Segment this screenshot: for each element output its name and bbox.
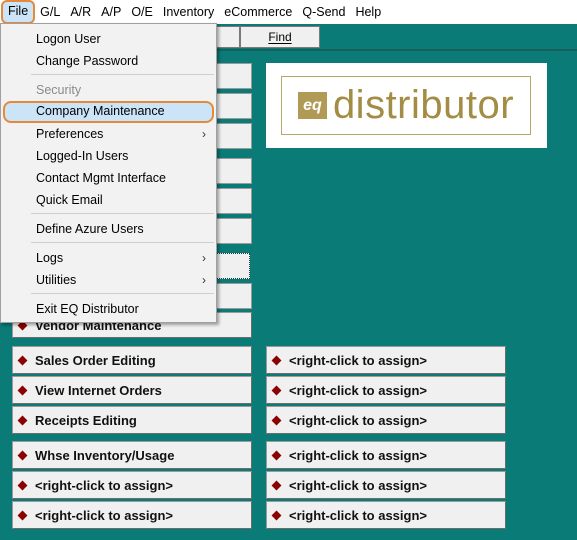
shortcut-label: <right-click to assign>	[289, 412, 427, 428]
menu-separator	[31, 74, 214, 75]
diamond-bullet-icon	[271, 385, 282, 395]
shortcut-receipts-editing[interactable]: Receipts Editing	[12, 406, 252, 434]
shortcut-label: <right-click to assign>	[289, 447, 427, 463]
shortcut-label: <right-click to assign>	[35, 477, 173, 493]
menu-help[interactable]: Help	[350, 0, 386, 24]
menu-item-utilities[interactable]: Utilities ›	[3, 269, 214, 291]
menu-file[interactable]: File	[1, 0, 36, 24]
shortcut-button-hidden-focused[interactable]	[214, 253, 250, 279]
diamond-bullet-icon	[17, 415, 28, 425]
menu-ap[interactable]: A/P	[96, 0, 126, 24]
shortcut-label: <right-click to assign>	[289, 477, 427, 493]
menu-item-preferences[interactable]: Preferences ›	[3, 123, 214, 145]
shortcut-button-hidden[interactable]	[214, 93, 252, 119]
menu-ar[interactable]: A/R	[65, 0, 96, 24]
shortcut-button-hidden[interactable]	[214, 283, 252, 309]
shortcut-unassigned[interactable]: <right-click to assign>	[12, 471, 252, 499]
menu-item-label: Logs	[36, 251, 64, 265]
submenu-arrow-icon: ›	[202, 273, 206, 287]
shortcut-view-internet-orders[interactable]: View Internet Orders	[12, 376, 252, 404]
shortcut-label: Sales Order Editing	[35, 352, 156, 368]
shortcut-label: <right-click to assign>	[35, 507, 173, 523]
logo-wordmark: distributor	[332, 83, 515, 127]
shortcut-unassigned[interactable]: <right-click to assign>	[12, 501, 252, 529]
menu-item-label: Company Maintenance	[36, 104, 165, 118]
menu-item-label: Exit EQ Distributor	[36, 302, 139, 316]
menu-item-logs[interactable]: Logs ›	[3, 247, 214, 269]
menu-item-label: Utilities	[36, 273, 77, 287]
company-logo: eq distributor	[266, 63, 547, 148]
diamond-bullet-icon	[17, 480, 28, 490]
menu-item-label: Logon User	[36, 32, 101, 46]
shortcut-unassigned[interactable]: <right-click to assign>	[266, 406, 506, 434]
shortcut-label: View Internet Orders	[35, 382, 162, 398]
eq-logo-mark: eq	[297, 92, 327, 119]
menu-item-label: Security	[36, 83, 82, 97]
submenu-arrow-icon: ›	[202, 251, 206, 265]
menu-bar: File G/L A/R A/P O/E Inventory eCommerce…	[0, 0, 577, 24]
menu-item-change-password[interactable]: Change Password	[3, 50, 214, 72]
shortcut-whse-inventory-usage[interactable]: Whse Inventory/Usage	[12, 441, 252, 469]
diamond-bullet-icon	[271, 415, 282, 425]
diamond-bullet-icon	[17, 510, 28, 520]
shortcut-sales-order-editing[interactable]: Sales Order Editing	[12, 346, 252, 374]
logo-frame: eq distributor	[281, 76, 531, 135]
menu-item-define-azure-users[interactable]: Define Azure Users	[3, 218, 214, 240]
shortcut-label: Whse Inventory/Usage	[35, 447, 175, 463]
menu-separator	[31, 213, 214, 214]
menu-item-label: Contact Mgmt Interface	[36, 171, 166, 185]
diamond-bullet-icon	[271, 450, 282, 460]
shortcut-unassigned[interactable]: <right-click to assign>	[266, 441, 506, 469]
menu-item-label: Quick Email	[36, 193, 103, 207]
menu-separator	[31, 242, 214, 243]
shortcut-label: Receipts Editing	[35, 412, 137, 428]
find-button-label: Find	[268, 30, 292, 44]
menu-item-logged-in-users[interactable]: Logged-In Users	[3, 145, 214, 167]
menu-item-label: Preferences	[36, 127, 104, 141]
diamond-bullet-icon	[271, 480, 282, 490]
menu-inventory[interactable]: Inventory	[158, 0, 219, 24]
shortcut-button-hidden[interactable]	[214, 188, 252, 214]
diamond-bullet-icon	[17, 450, 28, 460]
menu-item-company-maintenance[interactable]: Company Maintenance	[3, 101, 214, 123]
find-button[interactable]: Find	[240, 26, 320, 48]
menu-item-logon-user[interactable]: Logon User	[3, 28, 214, 50]
shortcut-unassigned[interactable]: <right-click to assign>	[266, 501, 506, 529]
shortcut-button-hidden[interactable]	[214, 63, 252, 89]
menu-qsend[interactable]: Q-Send	[297, 0, 350, 24]
file-menu: Logon User Change Password Security Comp…	[0, 23, 217, 323]
shortcut-unassigned[interactable]: <right-click to assign>	[266, 376, 506, 404]
menu-item-label: Logged-In Users	[36, 149, 129, 163]
shortcut-unassigned[interactable]: <right-click to assign>	[266, 346, 506, 374]
menu-oe[interactable]: O/E	[126, 0, 158, 24]
menu-gl[interactable]: G/L	[35, 0, 65, 24]
shortcut-button-hidden[interactable]	[214, 218, 252, 244]
menu-ecommerce[interactable]: eCommerce	[219, 0, 297, 24]
shortcut-button-hidden[interactable]	[214, 158, 252, 184]
menu-item-label: Change Password	[36, 54, 139, 68]
shortcut-unassigned[interactable]: <right-click to assign>	[266, 471, 506, 499]
shortcut-label: <right-click to assign>	[289, 352, 427, 368]
menu-item-contact-mgmt-interface[interactable]: Contact Mgmt Interface	[3, 167, 214, 189]
shortcut-label: <right-click to assign>	[289, 382, 427, 398]
menu-item-quick-email[interactable]: Quick Email	[3, 189, 214, 211]
menu-separator	[31, 293, 214, 294]
shortcut-button-hidden[interactable]	[214, 123, 252, 149]
submenu-arrow-icon: ›	[202, 127, 206, 141]
menu-item-exit[interactable]: Exit EQ Distributor	[3, 298, 214, 320]
shortcut-label: <right-click to assign>	[289, 507, 427, 523]
menu-item-label: Define Azure Users	[36, 222, 144, 236]
menu-item-security: Security	[3, 79, 214, 101]
diamond-bullet-icon	[17, 385, 28, 395]
diamond-bullet-icon	[271, 510, 282, 520]
diamond-bullet-icon	[271, 355, 282, 365]
diamond-bullet-icon	[17, 355, 28, 365]
